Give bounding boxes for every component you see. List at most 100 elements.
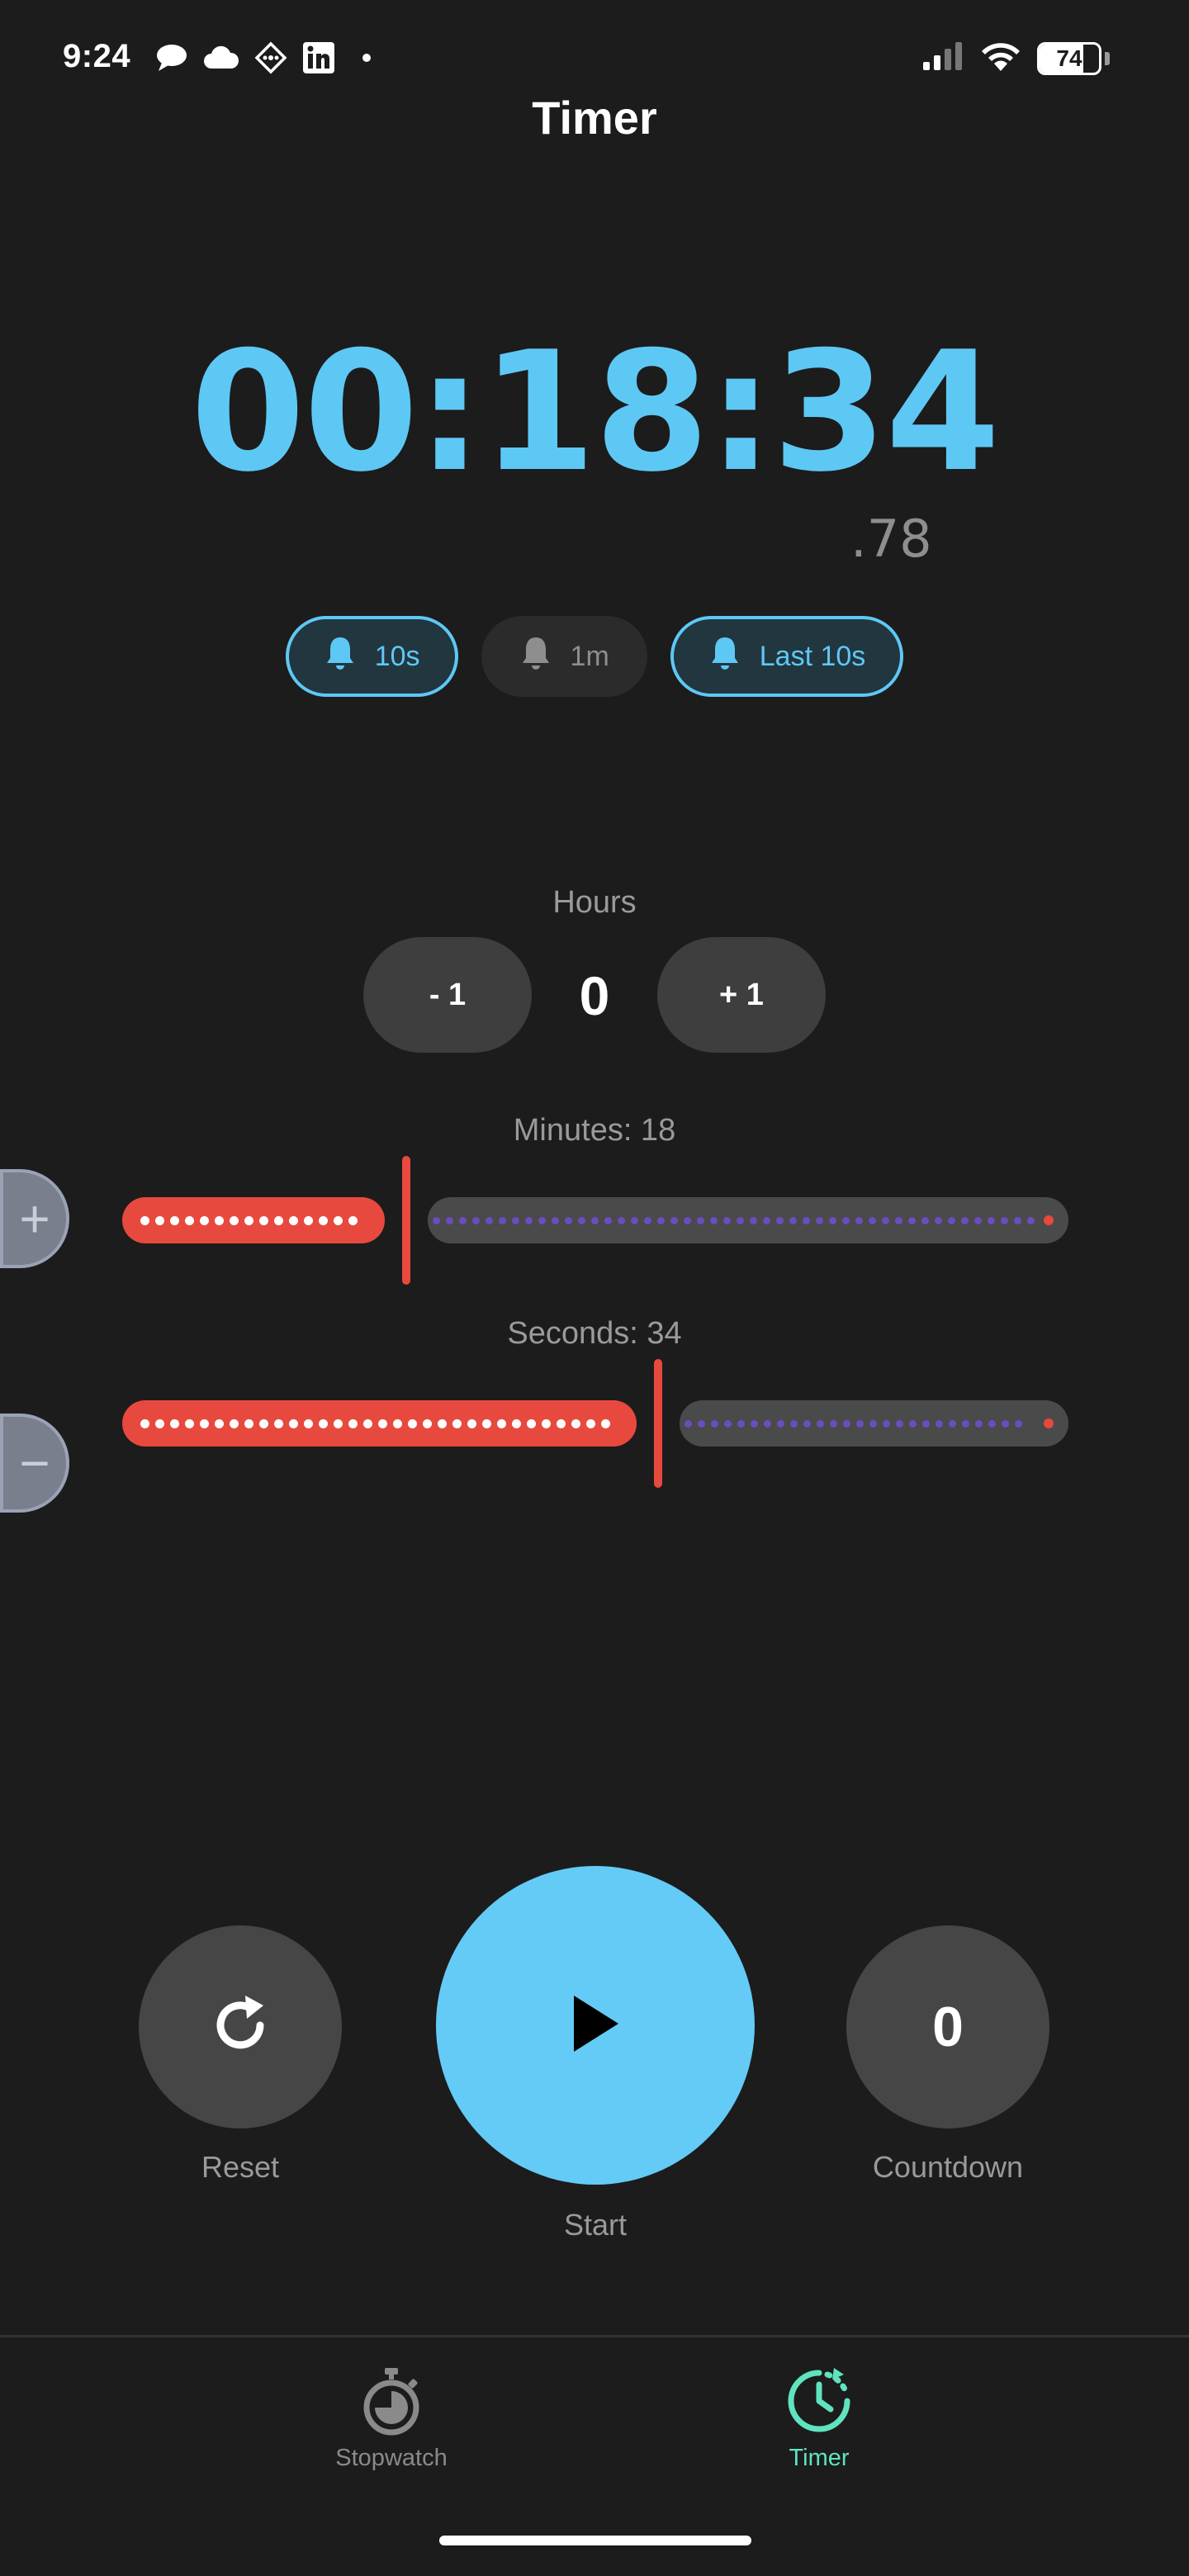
track-dot — [348, 1215, 358, 1225]
seconds-track-remaining — [680, 1400, 1068, 1447]
track-dot — [423, 1418, 432, 1428]
reset-button[interactable] — [139, 1925, 342, 2129]
track-dot — [777, 1419, 784, 1428]
track-dot — [215, 1215, 224, 1225]
reset-label: Reset — [201, 2150, 280, 2184]
track-dot — [155, 1215, 164, 1225]
track-dot — [319, 1418, 328, 1428]
track-dot — [948, 1216, 955, 1224]
hours-value: 0 — [579, 965, 610, 1026]
track-dot — [988, 1216, 995, 1224]
track-end-dot — [1044, 1215, 1054, 1225]
track-dot — [644, 1216, 651, 1224]
track-dot — [230, 1215, 239, 1225]
wifi-icon — [979, 40, 1022, 77]
track-dot — [684, 1216, 691, 1224]
zoom-in-button[interactable]: + — [0, 1169, 69, 1268]
track-dot — [869, 1419, 877, 1428]
track-dot — [259, 1418, 268, 1428]
track-dot — [988, 1419, 996, 1428]
alert-chip-10s[interactable]: 10s — [285, 616, 458, 697]
track-dot — [723, 1216, 731, 1224]
hours-plus-button[interactable]: + 1 — [657, 937, 826, 1053]
countdown-value: 0 — [932, 1996, 964, 2058]
start-button[interactable] — [436, 1866, 755, 2185]
minutes-slider[interactable] — [122, 1156, 1068, 1285]
track-dot — [512, 1216, 519, 1224]
track-dot — [244, 1215, 253, 1225]
track-dot — [975, 1419, 983, 1428]
track-dot — [698, 1419, 705, 1428]
track-dot — [921, 1216, 929, 1224]
page-title: Timer — [532, 92, 657, 144]
track-dot — [724, 1419, 732, 1428]
track-dot — [552, 1216, 559, 1224]
alert-chip-label: Last 10s — [759, 640, 866, 672]
track-dot — [631, 1216, 638, 1224]
track-dot — [601, 1418, 610, 1428]
tabbar-divider — [0, 2335, 1189, 2337]
track-dot — [433, 1216, 440, 1224]
hours-minus-button[interactable]: - 1 — [363, 937, 532, 1053]
track-dot — [499, 1216, 506, 1224]
track-dot — [830, 1419, 837, 1428]
signal-icon — [921, 40, 964, 76]
track-dot — [936, 1419, 943, 1428]
track-dot — [949, 1419, 956, 1428]
track-dot — [542, 1418, 551, 1428]
seconds-slider-thumb[interactable] — [654, 1359, 662, 1488]
track-dot — [1027, 1216, 1035, 1224]
track-dot — [908, 1216, 916, 1224]
track-dot — [155, 1418, 164, 1428]
seconds-slider[interactable] — [122, 1359, 1068, 1488]
track-dot — [895, 1216, 902, 1224]
track-dot — [803, 1419, 811, 1428]
track-dot — [497, 1418, 506, 1428]
countdown-button[interactable]: 0 — [846, 1925, 1049, 2129]
track-dot — [230, 1418, 239, 1428]
track-dot — [962, 1419, 969, 1428]
track-dot — [883, 1419, 890, 1428]
battery-nub — [1105, 51, 1110, 65]
alert-chip-1m[interactable]: 1m — [481, 616, 647, 697]
tab-stopwatch[interactable]: Stopwatch — [268, 2366, 515, 2472]
zoom-out-button[interactable]: − — [0, 1413, 69, 1513]
track-dot — [1002, 1419, 1009, 1428]
track-dot — [618, 1216, 625, 1224]
track-dot — [750, 1216, 757, 1224]
track-dot — [922, 1419, 930, 1428]
plus-icon: + — [19, 1189, 50, 1248]
track-dot — [737, 1216, 744, 1224]
track-dot — [816, 1216, 823, 1224]
timer-icon — [784, 2366, 854, 2440]
track-dot — [334, 1418, 343, 1428]
track-dot — [482, 1418, 491, 1428]
track-dot — [200, 1418, 209, 1428]
track-dot — [882, 1216, 889, 1224]
track-dot — [843, 1419, 850, 1428]
track-dot — [803, 1216, 810, 1224]
track-dot — [578, 1216, 585, 1224]
track-dot — [408, 1418, 417, 1428]
track-dot — [467, 1418, 476, 1428]
seconds-track-filled — [122, 1400, 637, 1447]
track-dot — [776, 1216, 784, 1224]
track-dot — [817, 1419, 824, 1428]
bell-icon — [519, 635, 552, 679]
dot-icon — [350, 50, 383, 66]
bell-icon — [708, 635, 741, 679]
track-dot — [789, 1216, 797, 1224]
minutes-track-filled — [122, 1197, 385, 1243]
track-dot — [170, 1215, 179, 1225]
alert-chip-last-10s[interactable]: Last 10s — [670, 616, 904, 697]
track-dot — [1001, 1216, 1008, 1224]
track-dot — [1015, 1419, 1022, 1428]
message-icon — [155, 43, 188, 73]
minutes-slider-thumb[interactable] — [402, 1156, 410, 1285]
track-dot — [657, 1216, 665, 1224]
timer-centiseconds: .78 — [850, 509, 932, 569]
tab-timer[interactable]: Timer — [695, 2366, 943, 2472]
track-end-dot — [1044, 1418, 1054, 1428]
track-dot — [200, 1215, 209, 1225]
alert-chip-label: 10s — [374, 640, 420, 672]
